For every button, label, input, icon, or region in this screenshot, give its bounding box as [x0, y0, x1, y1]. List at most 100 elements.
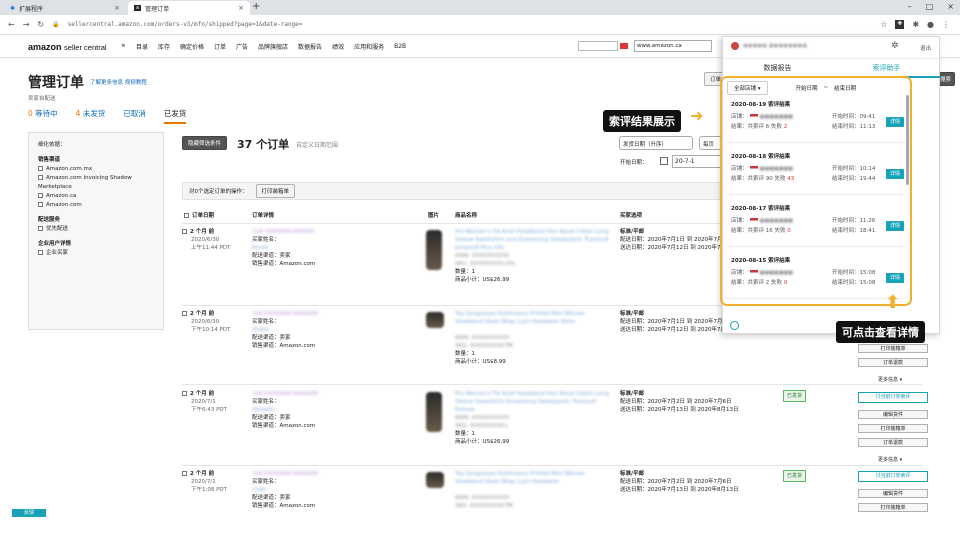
- col-buyer-options: 买家选项: [620, 213, 643, 219]
- start-date-input[interactable]: 20-7-1: [672, 155, 722, 168]
- tab-cancelled[interactable]: 已取消: [123, 108, 146, 124]
- product-image[interactable]: [426, 392, 442, 432]
- nav-advertising[interactable]: 广告: [236, 42, 248, 51]
- print-slip-button[interactable]: 打印装箱单: [858, 344, 928, 353]
- hide-filters-button[interactable]: 隐藏筛选条件: [182, 136, 228, 150]
- address-bar: ← → ↻ 🔒 sellercentral.amazon.com/orders-…: [0, 15, 960, 35]
- gear-icon[interactable]: [730, 321, 739, 330]
- url-field[interactable]: sellercentral.amazon.com/orders-v3/mfn/s…: [68, 21, 873, 28]
- buyer-name-link[interactable]: Zhaoh: [252, 326, 318, 334]
- reload-icon[interactable]: ↻: [37, 20, 44, 29]
- tab-unshipped[interactable]: 4 未发货: [76, 108, 106, 124]
- buyer-name-link[interactable]: Danielle: [252, 406, 318, 414]
- filter-option[interactable]: Amazon.ca: [38, 192, 154, 201]
- filter-option[interactable]: 优先配送: [38, 225, 154, 234]
- learn-more-link[interactable]: 了解更多信息 视频教程: [90, 78, 147, 86]
- refund-button[interactable]: 订单退款: [858, 358, 928, 367]
- order-id-link[interactable]: 114-7XXXXXX-XXXXXX: [252, 228, 315, 236]
- extension-icon[interactable]: ✚: [895, 20, 905, 29]
- filter-option[interactable]: Amazon.com.mx: [38, 165, 154, 174]
- refund-button[interactable]: 订单退款: [858, 438, 928, 447]
- tab-manage-orders[interactable]: a 管理订单 ×: [128, 1, 250, 15]
- close-icon[interactable]: ×: [238, 4, 244, 12]
- order-id-link[interactable]: 114-XXXXXXX-XXXXXXX: [252, 310, 318, 318]
- product-title-link[interactable]: Top Sunglasses Extensions Printed Mini W…: [455, 310, 615, 334]
- checkbox[interactable]: [38, 250, 43, 255]
- maximize-icon[interactable]: □: [926, 2, 934, 11]
- product-image[interactable]: [426, 312, 444, 328]
- profile-icon[interactable]: ●: [927, 20, 934, 29]
- checkbox[interactable]: [38, 166, 43, 171]
- forward-icon[interactable]: →: [23, 20, 30, 29]
- checkbox[interactable]: [38, 202, 43, 207]
- print-slip-button[interactable]: 打印装箱单: [858, 424, 928, 433]
- checkbox[interactable]: [182, 229, 187, 234]
- select-all[interactable]: 订单日期: [184, 211, 214, 219]
- bulk-text: 对0个选定订单的操作：: [189, 189, 248, 195]
- nav-performance[interactable]: 绩效: [332, 42, 344, 51]
- print-slip-button[interactable]: 打印装箱单: [858, 503, 928, 512]
- product-image[interactable]: [426, 230, 442, 270]
- tab-pending[interactable]: 0 等待中: [28, 108, 58, 124]
- request-review-button[interactable]: 讨当前订单索评: [858, 471, 928, 482]
- product-title-link[interactable]: Pro Women's Tie Knot Headband Hair Band …: [455, 390, 615, 414]
- product-title-link[interactable]: Top Sunglasses Extensions Printed Mini W…: [455, 470, 615, 494]
- more-info-link[interactable]: 更多信息 ▾: [878, 376, 902, 383]
- checkbox[interactable]: [38, 226, 43, 231]
- buyer-name-link[interactable]: Chen: [252, 486, 318, 494]
- checkbox[interactable]: [182, 471, 187, 476]
- edit-shipment-button[interactable]: 编辑货件: [858, 489, 928, 498]
- product-image[interactable]: [426, 472, 444, 488]
- filter-option[interactable]: 企业买家: [38, 249, 154, 258]
- new-tab-button[interactable]: +: [252, 1, 260, 12]
- seller-central-logo[interactable]: amazon seller central: [28, 42, 107, 52]
- nav-stores[interactable]: 品牌旗舰店: [258, 42, 288, 51]
- flag-icon[interactable]: ⚑: [121, 43, 126, 50]
- checkbox[interactable]: [182, 391, 187, 396]
- col-image: 图片: [428, 213, 440, 219]
- orders-count: 37 个订单: [237, 138, 290, 151]
- nav-catalog[interactable]: 目录: [136, 42, 148, 51]
- checkbox[interactable]: [38, 175, 43, 180]
- order-id-link[interactable]: 114-XXXXXXX-XXXXXXX: [252, 390, 318, 398]
- filter-option[interactable]: Amazon.com Invoicing Shadow Marketplace: [38, 174, 154, 192]
- close-icon[interactable]: ×: [114, 4, 120, 12]
- minimize-icon[interactable]: –: [908, 2, 912, 11]
- order-details-cell: 114-XXXXXXX-XXXXXXX 买家姓名： Chen 配送渠道：卖家 销…: [252, 470, 319, 509]
- sort-select[interactable]: 发货日期（升序）: [619, 136, 693, 150]
- more-info-link[interactable]: 更多信息 ▾: [878, 456, 902, 463]
- checkbox[interactable]: [182, 311, 187, 316]
- custom-date-range: 自定义日期范围: [296, 142, 339, 149]
- nav-inventory[interactable]: 库存: [158, 42, 170, 51]
- request-review-button[interactable]: 讨当前订单索评: [858, 392, 928, 403]
- checkbox[interactable]: [38, 193, 43, 198]
- print-slip-button[interactable]: 打印装箱单: [255, 184, 296, 198]
- back-icon[interactable]: ←: [8, 20, 15, 29]
- menu-icon[interactable]: ⋮: [942, 20, 950, 29]
- filter-option[interactable]: Amazon.com: [38, 201, 154, 210]
- header-search[interactable]: [578, 41, 618, 51]
- filter-heading: 销售渠道: [38, 157, 61, 163]
- close-window-icon[interactable]: ×: [947, 2, 954, 11]
- logout-link[interactable]: 退出: [920, 44, 931, 52]
- order-id-link[interactable]: 114-XXXXXXX-XXXXXXX: [252, 470, 318, 478]
- tab-extensions[interactable]: ✱ 扩展程序 ×: [4, 1, 126, 15]
- edit-shipment-button[interactable]: 编辑货件: [858, 410, 928, 419]
- settings-icon[interactable]: ✲: [891, 41, 899, 51]
- buyer-name-link[interactable]: Annie: [252, 244, 315, 252]
- marketplace-select[interactable]: www.amazon.ca: [634, 40, 712, 52]
- star-icon[interactable]: ☆: [880, 20, 887, 29]
- nav-reports[interactable]: 数据报告: [298, 42, 322, 51]
- arrow-right-icon: ➜: [690, 106, 704, 125]
- highlight-frame: [720, 76, 912, 306]
- nav-apps[interactable]: 应用和服务: [354, 42, 384, 51]
- nav-b2b[interactable]: B2B: [394, 43, 406, 50]
- tab-shipped[interactable]: 已发货: [163, 108, 187, 124]
- feedback-tag[interactable]: 反馈: [12, 509, 46, 517]
- nav-pricing[interactable]: 确定价格: [180, 42, 204, 51]
- product-title-link[interactable]: Pro Women's Tie Knot Headband Hair Band …: [455, 228, 615, 252]
- calendar-icon[interactable]: [660, 157, 668, 165]
- puzzle-icon[interactable]: ✱: [912, 20, 919, 29]
- checkbox[interactable]: [184, 213, 189, 218]
- nav-orders[interactable]: 订单: [214, 42, 226, 51]
